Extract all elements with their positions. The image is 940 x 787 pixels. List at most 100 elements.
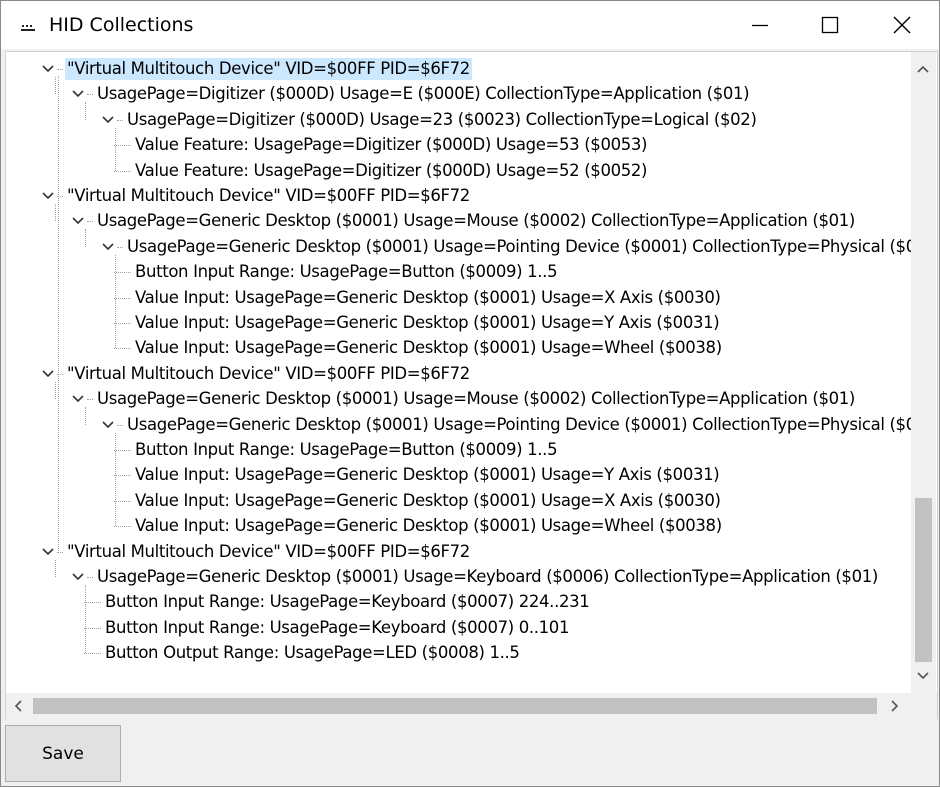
tree-item-label[interactable]: "Virtual Multitouch Device" VID=$00FF PI… — [65, 185, 472, 207]
chevron-down-icon[interactable] — [101, 240, 115, 254]
horizontal-scrollbar[interactable] — [6, 693, 911, 719]
tree-row[interactable]: Value Input: UsagePage=Generic Desktop (… — [6, 335, 911, 360]
tree-item-label[interactable]: Value Input: UsagePage=Generic Desktop (… — [133, 464, 721, 486]
tree-connector — [114, 500, 131, 502]
tree-row[interactable]: Button Input Range: UsagePage=Keyboard (… — [6, 589, 911, 614]
tree-connector — [114, 475, 131, 477]
chevron-down-icon[interactable] — [71, 392, 85, 406]
tree-connector — [114, 323, 131, 324]
close-button[interactable] — [877, 1, 927, 49]
tree-connector — [114, 526, 131, 528]
vertical-scrollbar[interactable] — [911, 52, 936, 693]
horizontal-scroll-thumb[interactable] — [33, 698, 877, 714]
tree-row[interactable]: "Virtual Multitouch Device" VID=$00FF PI… — [6, 56, 911, 81]
tree-item-label[interactable]: UsagePage=Generic Desktop ($0001) Usage=… — [125, 236, 911, 258]
tree-item-label[interactable]: Value Input: UsagePage=Generic Desktop (… — [133, 490, 723, 512]
tree-item-label[interactable]: UsagePage=Digitizer ($000D) Usage=E ($00… — [95, 83, 751, 105]
tree-row[interactable]: "Virtual Multitouch Device" VID=$00FF PI… — [6, 183, 911, 208]
tree-connector — [87, 221, 93, 223]
tree-connector — [114, 348, 131, 350]
tree-row[interactable]: Value Feature: UsagePage=Digitizer ($000… — [6, 158, 911, 183]
chevron-down-icon[interactable] — [41, 545, 55, 559]
tree-item-label[interactable]: Value Input: UsagePage=Generic Desktop (… — [133, 287, 723, 309]
tree-rows: "Virtual Multitouch Device" VID=$00FF PI… — [6, 52, 911, 693]
tree-connector — [57, 69, 63, 70]
chevron-down-icon[interactable] — [101, 113, 115, 127]
tree-connector — [55, 381, 56, 400]
tree-item-label[interactable]: "Virtual Multitouch Device" VID=$00FF PI… — [65, 363, 472, 385]
tree-item-label[interactable]: Value Input: UsagePage=Generic Desktop (… — [133, 337, 724, 359]
scroll-right-icon[interactable] — [888, 700, 900, 712]
tree-connector — [58, 76, 59, 551]
tree-row[interactable]: Button Input Range: UsagePage=Button ($0… — [6, 259, 911, 284]
tree-item-label[interactable]: "Virtual Multitouch Device" VID=$00FF PI… — [65, 58, 472, 80]
chevron-down-icon[interactable] — [71, 214, 85, 228]
tree-item-label[interactable]: Value Input: UsagePage=Generic Desktop (… — [133, 515, 724, 537]
save-button[interactable]: Save — [5, 725, 121, 782]
tree-connector — [55, 77, 56, 95]
tree-item-label[interactable]: Button Input Range: UsagePage=Keyboard (… — [103, 617, 571, 639]
chevron-down-icon[interactable] — [41, 62, 55, 76]
tree-row[interactable]: UsagePage=Digitizer ($000D) Usage=23 ($0… — [6, 107, 911, 132]
tree-row[interactable]: Value Feature: UsagePage=Digitizer ($000… — [6, 132, 911, 157]
maximize-icon — [821, 16, 839, 34]
tree-item-label[interactable]: Button Input Range: UsagePage=Keyboard (… — [103, 591, 591, 613]
tree-row[interactable]: UsagePage=Digitizer ($000D) Usage=E ($00… — [6, 81, 911, 106]
tree-row[interactable]: "Virtual Multitouch Device" VID=$00FF PI… — [6, 361, 911, 386]
tree-connector — [114, 297, 131, 299]
tree-row[interactable]: UsagePage=Generic Desktop ($0001) Usage=… — [6, 412, 911, 437]
vertical-scroll-thumb[interactable] — [915, 498, 932, 662]
tree-row[interactable]: Button Input Range: UsagePage=Button ($0… — [6, 437, 911, 462]
tree-connector — [115, 432, 116, 527]
tree-connector — [85, 407, 86, 425]
title-bar[interactable]: HID Collections — [1, 1, 939, 49]
tree-row[interactable]: Value Input: UsagePage=Generic Desktop (… — [6, 488, 911, 513]
scroll-left-icon[interactable] — [13, 700, 25, 712]
tree-row[interactable]: Button Input Range: UsagePage=Keyboard (… — [6, 615, 911, 640]
tree-item-label[interactable]: Button Output Range: UsagePage=LED ($000… — [103, 642, 522, 664]
chevron-down-icon[interactable] — [41, 189, 55, 203]
tree-connector — [85, 585, 86, 654]
chevron-down-icon[interactable] — [101, 418, 115, 432]
tree-row[interactable]: Value Input: UsagePage=Generic Desktop (… — [6, 462, 911, 487]
chevron-down-icon[interactable] — [71, 87, 85, 101]
footer-panel: Save — [1, 719, 939, 786]
tree-connector — [114, 170, 131, 172]
tree-row[interactable]: Value Input: UsagePage=Generic Desktop (… — [6, 310, 911, 335]
tree-connector — [87, 577, 93, 578]
tree-connector — [117, 119, 123, 121]
tree-row[interactable]: Value Input: UsagePage=Generic Desktop (… — [6, 285, 911, 310]
scroll-down-icon[interactable] — [917, 669, 929, 681]
window-title: HID Collections — [49, 14, 194, 36]
tree-row[interactable]: UsagePage=Generic Desktop ($0001) Usage=… — [6, 564, 911, 589]
tree-item-label[interactable]: "Virtual Multitouch Device" VID=$00FF PI… — [65, 541, 472, 563]
tree-row[interactable]: UsagePage=Generic Desktop ($0001) Usage=… — [6, 208, 911, 233]
tree-row[interactable]: Value Input: UsagePage=Generic Desktop (… — [6, 513, 911, 538]
chevron-down-icon[interactable] — [41, 367, 55, 381]
tree-item-label[interactable]: Value Input: UsagePage=Generic Desktop (… — [133, 312, 721, 334]
maximize-button[interactable] — [805, 1, 855, 49]
tree-item-label[interactable]: UsagePage=Generic Desktop ($0001) Usage=… — [95, 566, 880, 588]
tree-item-label[interactable]: UsagePage=Generic Desktop ($0001) Usage=… — [95, 388, 857, 410]
tree-row[interactable]: "Virtual Multitouch Device" VID=$00FF PI… — [6, 539, 911, 564]
tree-row[interactable]: UsagePage=Generic Desktop ($0001) Usage=… — [6, 386, 911, 411]
tree-item-label[interactable]: Button Input Range: UsagePage=Button ($0… — [133, 261, 559, 283]
tree-item-label[interactable]: UsagePage=Generic Desktop ($0001) Usage=… — [95, 210, 857, 232]
tree-connector — [57, 551, 63, 553]
tree-item-label[interactable]: Value Feature: UsagePage=Digitizer ($000… — [133, 134, 649, 156]
tree-item-label[interactable]: UsagePage=Generic Desktop ($0001) Usage=… — [125, 414, 911, 436]
tree-row[interactable]: Button Output Range: UsagePage=LED ($000… — [6, 640, 911, 665]
scroll-up-icon[interactable] — [917, 64, 929, 76]
tree-connector — [117, 246, 123, 248]
minimize-icon — [752, 24, 768, 27]
chevron-down-icon[interactable] — [71, 570, 85, 584]
tree-item-label[interactable]: UsagePage=Digitizer ($000D) Usage=23 ($0… — [125, 109, 759, 131]
tree-connector — [55, 559, 56, 577]
minimize-button[interactable] — [735, 1, 785, 49]
tree-item-label[interactable]: Value Feature: UsagePage=Digitizer ($000… — [133, 160, 649, 182]
tree-item-label[interactable]: Button Input Range: UsagePage=Button ($0… — [133, 439, 559, 461]
tree-connector — [84, 602, 101, 604]
tree-connector — [87, 94, 93, 96]
collections-tree[interactable]: "Virtual Multitouch Device" VID=$00FF PI… — [5, 51, 938, 720]
tree-row[interactable]: UsagePage=Generic Desktop ($0001) Usage=… — [6, 234, 911, 259]
